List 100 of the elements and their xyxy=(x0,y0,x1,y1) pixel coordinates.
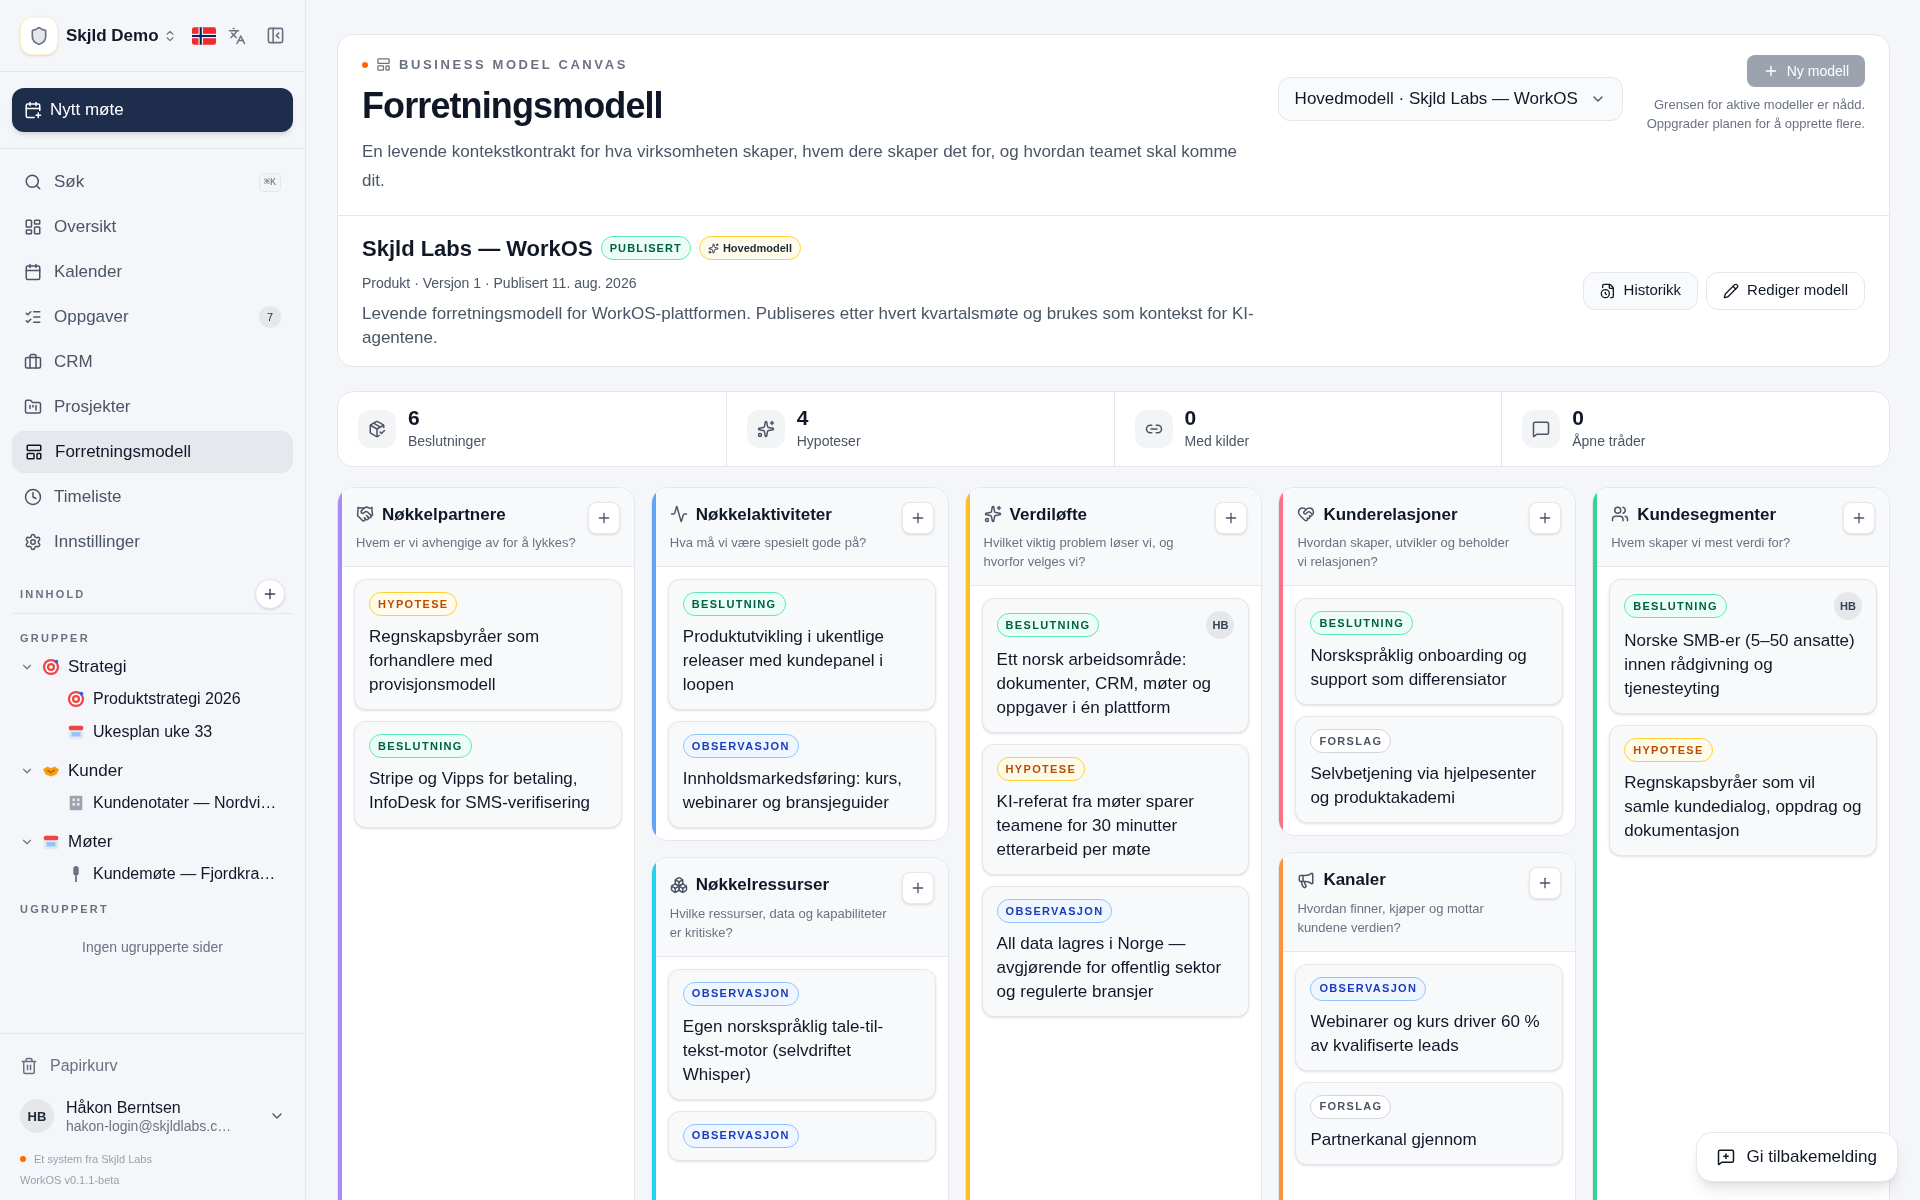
stat-label: Hypoteser xyxy=(796,432,861,452)
block-question: Hvem skaper vi mest verdi for? xyxy=(1611,534,1792,552)
canvas-card[interactable]: BESLUTNING Stripe og Vipps for betaling, InfoDesk for SMS-verifisering xyxy=(354,721,622,828)
package-icon xyxy=(368,419,386,438)
add-card-button[interactable] xyxy=(901,872,934,904)
canvas-card[interactable]: OBSERVASJON Egen norskspråklig tale-til-tekst-motor (selvdriftet Whisper) xyxy=(667,968,936,1100)
tag-badge: OBSERVASJON xyxy=(682,981,799,1006)
model-name: Skjld Labs — WorkOS xyxy=(362,234,593,263)
add-card-button[interactable] xyxy=(1529,501,1562,534)
history-button[interactable]: Historikk xyxy=(1582,271,1699,310)
section-heading: UGRUPPERT xyxy=(19,901,110,917)
add-content-button[interactable] xyxy=(255,579,285,609)
block-title: Nøkkelaktiviteter xyxy=(695,503,832,526)
block-question: Hvordan skaper, utvikler og beholder vi relasjonen? xyxy=(1297,534,1511,571)
canvas-card[interactable]: OBSERVASJON Webinarer og kurs driver 60 % av kvalifiserte leads xyxy=(1295,963,1564,1071)
canvas-card[interactable]: OBSERVASJON Innholdsmarkedsføring: kurs, webinarer og bransjeguider xyxy=(667,721,936,828)
user-name: Håkon Berntsen xyxy=(66,1097,182,1118)
page-description: En levende kontekstkontrakt for hva virksomheten skaper, hvem dere skaper det for, og hvordan teamet skal komme dit. xyxy=(362,140,1238,192)
group-item[interactable]: Strategi xyxy=(12,650,293,683)
model-select[interactable]: Hovedmodell · Skjld Labs — WorkOS xyxy=(1277,77,1623,121)
nav-item[interactable]: Søk ⌘K xyxy=(12,161,293,203)
nav-item[interactable]: Prosjekter xyxy=(12,386,293,428)
user-menu[interactable]: HB Håkon Berntsen hakon-login@skjldlabs.c… xyxy=(20,1097,285,1135)
canvas-card[interactable]: FORSLAG Selvbetjening via hjelpesenter og produktakademi xyxy=(1295,716,1564,823)
block-title: Nøkkelressurser xyxy=(695,874,830,896)
tag-badge: FORSLAG xyxy=(1310,1094,1392,1119)
block-question: Hvem er vi avhengige av for å lykkes? xyxy=(356,534,577,552)
card-text: Norske SMB-er (5–50 ansatte) innen rådgivning og tjenesteyting xyxy=(1624,630,1856,700)
group-item[interactable]: Kunder xyxy=(12,754,293,787)
canvas-card[interactable]: OBSERVASJON xyxy=(667,1110,936,1161)
stat-value: 6 xyxy=(408,404,421,431)
canvas-card[interactable]: BESLUTNING Produktutvikling i ukentlige releaser med kundepanel i loopen xyxy=(667,579,936,710)
tag-badge: OBSERVASJON xyxy=(996,899,1113,923)
nav-label: Forretningsmodell xyxy=(55,441,192,464)
page-item[interactable]: Kundenotater — Nordvi… xyxy=(12,786,293,820)
add-card-button[interactable] xyxy=(1529,867,1562,899)
nav-item[interactable]: Oversikt xyxy=(12,206,293,248)
page-item[interactable]: Ukesplan uke 33 xyxy=(12,715,293,749)
canvas-card[interactable]: BESLUTNING HB Ett norsk arbeidsområde: dokumenter, CRM, møter og oppgaver i én plattform xyxy=(981,598,1250,733)
tag-badge: BESLUTNING xyxy=(1624,594,1727,618)
card-text: Innholdsmarkedsføring: kurs, webinarer og bransjeguider xyxy=(682,768,903,814)
nav-item[interactable]: Timeliste xyxy=(12,476,293,518)
canvas-card[interactable]: BESLUTNING HB Norske SMB-er (5–50 ansatte) innen rådgivning og tjenesteyting xyxy=(1609,579,1877,714)
clock-icon xyxy=(24,488,42,506)
pulse-icon xyxy=(669,505,688,524)
count-badge: 7 xyxy=(259,306,281,328)
tag-badge: BESLUTNING xyxy=(996,613,1100,637)
checklist-icon xyxy=(24,308,42,326)
nav-item[interactable]: CRM xyxy=(12,341,293,383)
nav-label: Oversikt xyxy=(54,216,117,239)
credit-text: Et system fra Skjld Labs xyxy=(34,1152,152,1167)
collapse-sidebar-icon[interactable] xyxy=(266,26,285,45)
canvas-card[interactable]: FORSLAG Partnerkanal gjennom xyxy=(1295,1081,1564,1165)
search-icon xyxy=(24,173,42,191)
canvas-card[interactable]: BESLUTNING Norskspråklig onboarding og support som differensiator xyxy=(1295,598,1564,705)
translate-icon[interactable] xyxy=(228,26,246,45)
canvas-card[interactable]: OBSERVASJON All data lagres i Norge — avgjørende for offentlig sektor og regulerte bransjer xyxy=(981,886,1250,1017)
add-card-button[interactable] xyxy=(587,501,620,534)
model-meta: Produkt · Versjon 1 · Publisert 11. aug. 2026 xyxy=(362,273,638,293)
group-item[interactable]: Møter xyxy=(12,825,293,858)
trash-item[interactable]: Papirkurv xyxy=(20,1049,285,1082)
main-model-badge: Hovedmodell xyxy=(698,236,801,260)
target-icon xyxy=(42,657,60,676)
chat-icon xyxy=(1532,419,1551,438)
users-icon xyxy=(1611,505,1630,524)
eyebrow-label: BUSINESS MODEL CANVAS xyxy=(399,56,628,74)
block-title: Kanaler xyxy=(1323,869,1386,891)
flag-icon[interactable] xyxy=(192,26,216,45)
card-text: Ett norsk arbeidsområde: dokumenter, CRM, møter og oppgaver i én plattform xyxy=(996,649,1213,719)
building-icon xyxy=(67,794,85,812)
canvas-card[interactable]: HYPOTESE Regnskapsbyråer som forhandlere med provisjonsmodell xyxy=(354,579,622,710)
page-item[interactable]: Kundemøte — Fjordkra… xyxy=(12,857,293,891)
shield-icon xyxy=(29,25,49,46)
nav-label: Oppgaver xyxy=(54,306,129,329)
nav-item[interactable]: Forretningsmodell xyxy=(12,431,293,473)
add-card-button[interactable] xyxy=(901,501,934,534)
canvas-card[interactable]: HYPOTESE Regnskapsbyråer som vil samle kundedialog, oppdrag og dokumentasjon xyxy=(1609,725,1877,856)
target-icon xyxy=(67,690,85,708)
new-meeting-button[interactable]: Nytt møte xyxy=(12,88,293,132)
canvas-card[interactable]: HYPOTESE KI-referat fra møter sparer teamene for 30 minutter etterarbeid per møte xyxy=(981,744,1250,875)
sparkle-icon xyxy=(756,419,775,438)
add-card-button[interactable] xyxy=(1215,501,1248,534)
add-card-button[interactable] xyxy=(1843,501,1875,534)
page-title: Forretningsmodell xyxy=(362,83,664,128)
feedback-button[interactable]: Gi tilbakemelding xyxy=(1695,1132,1898,1182)
tag-badge: BESLUTNING xyxy=(682,592,786,616)
card-text: Regnskapsbyråer som vil samle kundedialog, oppdrag og dokumentasjon xyxy=(1624,772,1862,842)
tag-badge: HYPOTESE xyxy=(369,592,458,616)
nav-item[interactable]: Innstillinger xyxy=(12,521,293,563)
nav-item[interactable]: Kalender xyxy=(12,251,293,293)
logo[interactable] xyxy=(20,16,58,55)
nav-item[interactable]: Oppgaver 7 xyxy=(12,296,293,338)
version-text: WorkOS v0.1.1-beta xyxy=(20,1172,121,1188)
edit-model-button[interactable]: Rediger modell xyxy=(1706,271,1865,310)
block-title: Kundesegmenter xyxy=(1637,503,1777,526)
workspace-switcher[interactable]: Skjld Demo xyxy=(66,22,177,49)
page-item[interactable]: Produktstrategi 2026 xyxy=(12,682,293,716)
block-question: Hvordan finner, kjøper og mottar kundene verdien? xyxy=(1297,899,1485,937)
nav-label: Prosjekter xyxy=(54,396,131,419)
block-title: Nøkkelpartnere xyxy=(382,503,506,526)
